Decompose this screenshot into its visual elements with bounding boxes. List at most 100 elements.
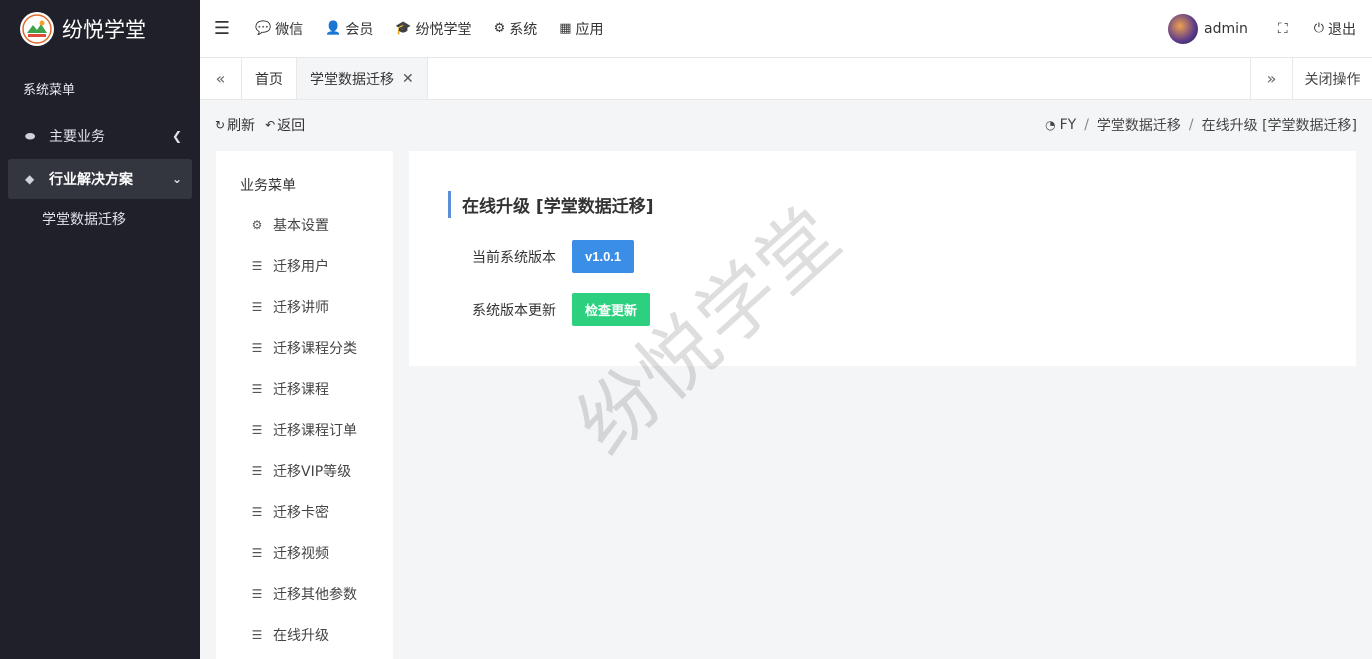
top-menu-label: 应用: [575, 21, 604, 38]
brand-name: 纷悦学堂: [62, 18, 146, 42]
panel-title: 在线升级 [学堂数据迁移]: [448, 191, 653, 218]
biz-item-label: 迁移课程: [273, 381, 329, 398]
list-icon: ☰: [251, 340, 263, 355]
breadcrumb-separator: /: [1084, 117, 1089, 133]
tabs-spacer: [428, 58, 1250, 99]
top-menu-school[interactable]: 🎓 纷悦学堂: [384, 0, 482, 58]
fullscreen-icon[interactable]: ⛶: [1278, 21, 1288, 37]
comments-icon: 💬: [255, 21, 272, 36]
topbar-right: admin ⛶ ⏻ 退出: [1168, 0, 1372, 58]
top-menu-label: 会员: [345, 21, 374, 38]
top-menu-apps[interactable]: ▦ 应用: [548, 0, 614, 58]
tab-data-migration[interactable]: 学堂数据迁移 ✕: [297, 58, 428, 99]
current-version-label: 当前系统版本: [472, 249, 556, 266]
content-toolbar: ↻ 刷新 ↶ 返回 ◔ FY / 学堂数据迁移 / 在线升级 [学堂数据迁移]: [215, 115, 1357, 135]
power-icon: ⏻: [1313, 21, 1324, 36]
biz-item-label: 迁移课程分类: [273, 340, 357, 357]
upgrade-panel: 在线升级 [学堂数据迁移] 当前系统版本 v1.0.1 系统版本更新 检查更新: [409, 151, 1356, 366]
brand[interactable]: 纷悦学堂: [0, 0, 200, 58]
refresh-icon: ↻: [215, 118, 226, 132]
top-menu-member[interactable]: 👤 会员: [314, 0, 384, 58]
biz-item-migrate-courses[interactable]: ☰ 迁移课程: [216, 368, 393, 409]
user-icon: 👤: [325, 21, 342, 36]
list-icon: ☰: [251, 463, 263, 478]
list-icon: ☰: [251, 422, 263, 437]
refresh-button[interactable]: ↻ 刷新: [215, 115, 255, 135]
sidebar-item-industry-solutions[interactable]: ◆ 行业解决方案 ⌄: [8, 159, 192, 199]
biz-item-label: 在线升级: [273, 627, 329, 644]
tab-label: 首页: [255, 71, 283, 88]
top-menu-label: 微信: [275, 21, 304, 38]
list-icon: ☰: [251, 258, 263, 273]
tabs-bar: « 首页 学堂数据迁移 ✕ » 关闭操作: [200, 58, 1372, 100]
brand-logo: [20, 12, 54, 46]
close-icon[interactable]: ✕: [402, 71, 414, 87]
sidebar-item-main-business[interactable]: ⬬ 主要业务 ❮: [0, 116, 200, 156]
user-menu[interactable]: admin: [1168, 13, 1248, 44]
menu-toggle-icon[interactable]: ☰: [200, 18, 244, 39]
biz-item-migrate-other-params[interactable]: ☰ 迁移其他参数: [216, 573, 393, 614]
refresh-label: 刷新: [227, 118, 256, 134]
check-update-button[interactable]: 检查更新: [572, 293, 651, 326]
biz-item-migrate-teachers[interactable]: ☰ 迁移讲师: [216, 286, 393, 327]
breadcrumb: ◔ FY / 学堂数据迁移 / 在线升级 [学堂数据迁移]: [1045, 115, 1357, 135]
graduation-cap-icon: 🎓: [395, 21, 412, 36]
biz-item-label: 迁移VIP等级: [273, 463, 352, 480]
list-icon: ☰: [251, 545, 263, 560]
version-badge: v1.0.1: [572, 240, 635, 273]
sidebar-item-label: 主要业务: [49, 129, 105, 145]
list-icon: ☰: [251, 504, 263, 519]
dashboard-icon: ◔: [1045, 118, 1056, 132]
grid-icon: ▦: [559, 21, 572, 36]
logout-button[interactable]: ⏻ 退出: [1314, 19, 1356, 39]
chevron-left-icon: ❮: [171, 129, 182, 143]
back-label: 返回: [277, 118, 306, 134]
tab-home[interactable]: 首页: [242, 58, 297, 99]
biz-item-label: 基本设置: [273, 217, 329, 234]
leaf-icon: ⬬: [25, 128, 36, 143]
top-menu: 💬 微信 👤 会员 🎓 纷悦学堂 ⚙ 系统 ▦ 应用: [244, 0, 615, 58]
cogs-icon: ⚙: [493, 21, 506, 36]
biz-item-migrate-vip-levels[interactable]: ☰ 迁移VIP等级: [216, 450, 393, 491]
close-operations-button[interactable]: 关闭操作: [1292, 58, 1372, 99]
list-icon: ☰: [251, 586, 263, 601]
breadcrumb-separator: /: [1188, 117, 1194, 133]
biz-item-basic-settings[interactable]: ⚙ 基本设置: [216, 204, 393, 245]
current-version-row: 当前系统版本 v1.0.1: [409, 240, 635, 273]
biz-item-label: 迁移其他参数: [273, 586, 357, 603]
sidebar: 纷悦学堂 系统菜单 ⬬ 主要业务 ❮ ◆ 行业解决方案 ⌄ 学堂数据迁移: [0, 0, 200, 659]
list-icon: ☰: [251, 299, 263, 314]
topbar: ☰ 💬 微信 👤 会员 🎓 纷悦学堂 ⚙ 系统 ▦ 应用 admin ⛶ ⏻ 退…: [200, 0, 1372, 58]
avatar: [1168, 13, 1199, 44]
biz-item-online-upgrade[interactable]: ☰ 在线升级: [216, 614, 393, 655]
tabs-scroll-right-icon[interactable]: »: [1250, 58, 1292, 99]
breadcrumb-item[interactable]: 学堂数据迁移: [1097, 115, 1181, 135]
tabs-scroll-left-icon[interactable]: «: [200, 58, 242, 99]
business-menu-title: 业务菜单: [240, 178, 296, 194]
biz-item-migrate-videos[interactable]: ☰ 迁移视频: [216, 532, 393, 573]
biz-item-label: 迁移课程订单: [273, 422, 357, 439]
chevron-down-icon: ⌄: [171, 172, 182, 186]
biz-item-migrate-users[interactable]: ☰ 迁移用户: [216, 245, 393, 286]
biz-item-migrate-course-orders[interactable]: ☰ 迁移课程订单: [216, 409, 393, 450]
biz-item-label: 迁移讲师: [273, 299, 329, 316]
sidebar-item-label: 行业解决方案: [49, 172, 133, 188]
back-button[interactable]: ↶ 返回: [265, 115, 305, 135]
biz-item-migrate-course-categories[interactable]: ☰ 迁移课程分类: [216, 327, 393, 368]
biz-item-label: 迁移用户: [273, 258, 329, 275]
diamond-icon: ◆: [25, 172, 35, 186]
gear-icon: ⚙: [251, 217, 263, 232]
top-menu-system[interactable]: ⚙ 系统: [483, 0, 549, 58]
top-menu-label: 纷悦学堂: [415, 21, 472, 38]
biz-item-label: 迁移卡密: [273, 504, 329, 521]
update-label: 系统版本更新: [472, 302, 556, 319]
sidebar-title: 系统菜单: [23, 83, 76, 98]
list-icon: ☰: [251, 381, 263, 396]
update-row: 系统版本更新 检查更新: [409, 293, 651, 326]
top-menu-label: 系统: [509, 21, 538, 38]
breadcrumb-item[interactable]: FY: [1060, 117, 1077, 133]
biz-item-migrate-card-keys[interactable]: ☰ 迁移卡密: [216, 491, 393, 532]
top-menu-wechat[interactable]: 💬 微信: [244, 0, 314, 58]
breadcrumb-item: 在线升级 [学堂数据迁移]: [1201, 118, 1357, 134]
sidebar-subitem-data-migration[interactable]: 学堂数据迁移: [0, 199, 200, 239]
